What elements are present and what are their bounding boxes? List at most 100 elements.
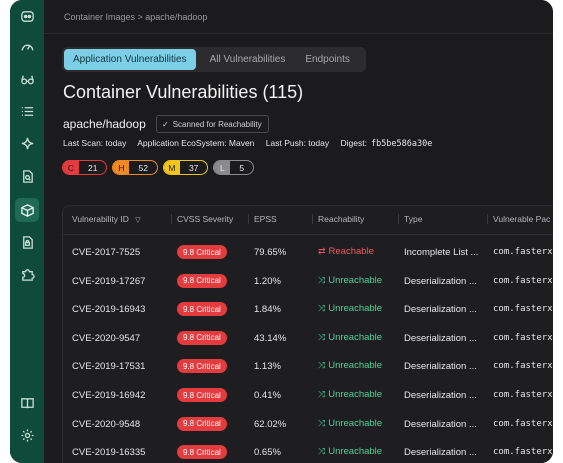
cvss-severity-badge: 9.8 Critical bbox=[177, 359, 227, 374]
puzzle-icon[interactable] bbox=[17, 264, 37, 284]
dashboard-gauge-icon[interactable] bbox=[17, 37, 37, 57]
cvss-severity-badge: 9.8 Critical bbox=[177, 330, 227, 345]
check-icon: ✓ bbox=[162, 119, 169, 129]
epss-value: 79.65% bbox=[254, 247, 287, 258]
vulnerability-type: Deserialization ... bbox=[404, 390, 477, 401]
reachability-label: Unreachable bbox=[328, 417, 383, 429]
reachability-label: Unreachable bbox=[328, 446, 383, 458]
vulnerability-id[interactable]: CVE-2019-16942 bbox=[72, 390, 145, 401]
vulnerability-id[interactable]: CVE-2017-7525 bbox=[72, 247, 140, 258]
severity-letter: M bbox=[163, 161, 180, 174]
digest-label: Digest: bbox=[340, 138, 367, 148]
vulnerability-id[interactable]: CVE-2019-17267 bbox=[72, 276, 145, 287]
epss-value: 62.02% bbox=[254, 418, 287, 430]
tab-all-vulnerabilities[interactable]: All Vulnerabilities bbox=[201, 49, 295, 70]
page-title: Container Vulnerabilities (115) bbox=[63, 82, 304, 102]
column-header-cvss-severity[interactable]: CVSS Severity bbox=[171, 214, 233, 224]
reachability-label: Unreachable bbox=[328, 274, 383, 286]
epss-value: 1.13% bbox=[254, 361, 281, 373]
file-search-icon[interactable] bbox=[17, 166, 37, 186]
table-row[interactable]: CVE-2020-9548 9.8 Critical 62.02% ⤨ Unreacha… bbox=[63, 412, 553, 441]
file-lock-icon[interactable] bbox=[17, 232, 37, 252]
sparkle-icon[interactable] bbox=[17, 133, 37, 153]
reachability-status: ⤨ Unreachable bbox=[318, 303, 382, 314]
table-row[interactable]: CVE-2020-9547 9.8 Critical 43.14% ⤨ Unreacha… bbox=[63, 326, 553, 355]
book-icon[interactable] bbox=[17, 393, 37, 413]
severity-high-badge[interactable]: H 52 bbox=[112, 160, 158, 175]
view-tabs: Application Vulnerabilities All Vulnerab… bbox=[62, 47, 366, 72]
container-box-icon[interactable] bbox=[15, 198, 39, 222]
repo-name: apache/hadoop bbox=[63, 117, 146, 131]
vulnerable-package: com.fasterx bbox=[493, 275, 553, 286]
column-header-vulnerable-package[interactable]: Vulnerable Pac bbox=[487, 214, 550, 224]
reachability-status: ⤨ Unreachable bbox=[318, 446, 382, 457]
severity-critical-badge[interactable]: C 21 bbox=[62, 160, 108, 175]
cvss-severity-badge: 9.8 Critical bbox=[177, 388, 227, 402]
unreachable-icon: ⤨ bbox=[318, 360, 326, 371]
tab-application-vulnerabilities[interactable]: Application Vulnerabilities bbox=[64, 49, 196, 70]
tab-endpoints[interactable]: Endpoints bbox=[296, 49, 358, 70]
last-scan: Last Scan: today bbox=[63, 138, 127, 148]
epss-value: 0.65% bbox=[254, 447, 281, 459]
epss-value: 0.41% bbox=[254, 390, 281, 401]
vulnerability-id[interactable]: CVE-2020-9547 bbox=[72, 333, 140, 344]
vulnerability-id[interactable]: CVE-2019-16943 bbox=[72, 304, 145, 315]
digest-value: fb5be586a30e bbox=[370, 139, 433, 149]
reachability-label: Unreachable bbox=[328, 360, 383, 372]
unreachable-icon: ⤨ bbox=[318, 303, 326, 314]
vulnerable-package: com.fasterx bbox=[493, 361, 553, 372]
table-row[interactable]: CVE-2019-16942 9.8 Critical 0.41% ⤨ Unreacha… bbox=[63, 383, 553, 412]
severity-letter: C bbox=[63, 161, 79, 174]
severity-medium-badge[interactable]: M 37 bbox=[162, 160, 209, 175]
column-header-reachability[interactable]: Reachability bbox=[312, 214, 364, 224]
vulnerability-id[interactable]: CVE-2019-17531 bbox=[72, 361, 145, 372]
main-content: Container Images > apache/hadoop Applica… bbox=[44, 0, 553, 463]
column-header-vulnerability-id[interactable]: Vulnerability ID ▽ bbox=[72, 214, 141, 224]
table-row[interactable]: CVE-2019-17267 9.8 Critical 1.20% ⤨ Unreacha… bbox=[63, 269, 553, 298]
column-label: Vulnerability ID bbox=[72, 214, 129, 224]
sort-icon[interactable]: ▽ bbox=[135, 217, 140, 224]
reachability-status: ⤨ Unreachable bbox=[318, 275, 382, 286]
gear-icon[interactable] bbox=[17, 425, 37, 445]
reachability-status: ⤨ Unreachable bbox=[318, 332, 382, 343]
reachable-icon: ⇄ bbox=[318, 246, 326, 256]
sidebar bbox=[10, 0, 44, 463]
vulnerability-id[interactable]: CVE-2020-9548 bbox=[72, 419, 140, 430]
vulnerability-type: Deserialization ... bbox=[404, 304, 477, 316]
vulnerable-package: com.fasterx bbox=[493, 390, 553, 400]
scanned-badge: ✓ Scanned for Reachability bbox=[156, 115, 269, 133]
vulnerability-type: Deserialization ... bbox=[404, 361, 477, 373]
severity-count: 21 bbox=[88, 162, 98, 173]
cvss-severity-badge: 9.8 Critical bbox=[177, 302, 227, 317]
table-row[interactable]: CVE-2019-16943 9.8 Critical 1.84% ⤨ Unreacha… bbox=[63, 297, 553, 326]
unreachable-icon: ⤨ bbox=[318, 446, 326, 457]
unreachable-icon: ⤨ bbox=[318, 331, 326, 342]
severity-count: 5 bbox=[239, 162, 245, 173]
column-header-epss[interactable]: EPSS bbox=[248, 214, 277, 224]
breadcrumb[interactable]: Container Images > apache/hadoop bbox=[64, 12, 207, 22]
vulnerability-type: Incomplete List ... bbox=[404, 247, 479, 258]
list-icon[interactable] bbox=[17, 101, 37, 121]
epss-value: 1.84% bbox=[254, 304, 281, 316]
app-window: Container Images > apache/hadoop Applica… bbox=[10, 0, 553, 463]
epss-value: 43.14% bbox=[254, 332, 287, 344]
logo-icon[interactable] bbox=[17, 6, 37, 26]
vulnerability-id[interactable]: CVE-2019-16335 bbox=[72, 447, 145, 458]
glasses-icon[interactable] bbox=[17, 69, 37, 89]
vulnerable-package: com.fasterx bbox=[493, 304, 553, 315]
table-row[interactable]: CVE-2019-16335 9.8 Critical 0.65% ⤨ Unreacha… bbox=[63, 440, 553, 463]
cvss-severity-badge: 9.8 Critical bbox=[177, 245, 227, 259]
severity-letter: L bbox=[214, 161, 231, 174]
table-row[interactable]: CVE-2017-7525 9.8 Critical 79.65% ⇄ Reachabl… bbox=[63, 240, 553, 269]
scan-metadata: Last Scan: today Application EcoSystem: … bbox=[63, 138, 432, 149]
severity-low-badge[interactable]: L 5 bbox=[213, 160, 255, 175]
vulnerability-type: Deserialization ... bbox=[404, 418, 477, 430]
column-header-type[interactable]: Type bbox=[398, 214, 422, 224]
epss-value: 1.20% bbox=[254, 275, 281, 287]
vulnerable-package: com.fasterx bbox=[493, 418, 553, 429]
scanned-label: Scanned for Reachability bbox=[172, 119, 262, 129]
reachability-label: Unreachable bbox=[328, 331, 383, 343]
vulnerable-package: com.fasterx bbox=[493, 332, 553, 343]
table-row[interactable]: CVE-2019-17531 9.8 Critical 1.13% ⤨ Unreacha… bbox=[63, 354, 553, 383]
reachability-label: Unreachable bbox=[328, 389, 383, 400]
